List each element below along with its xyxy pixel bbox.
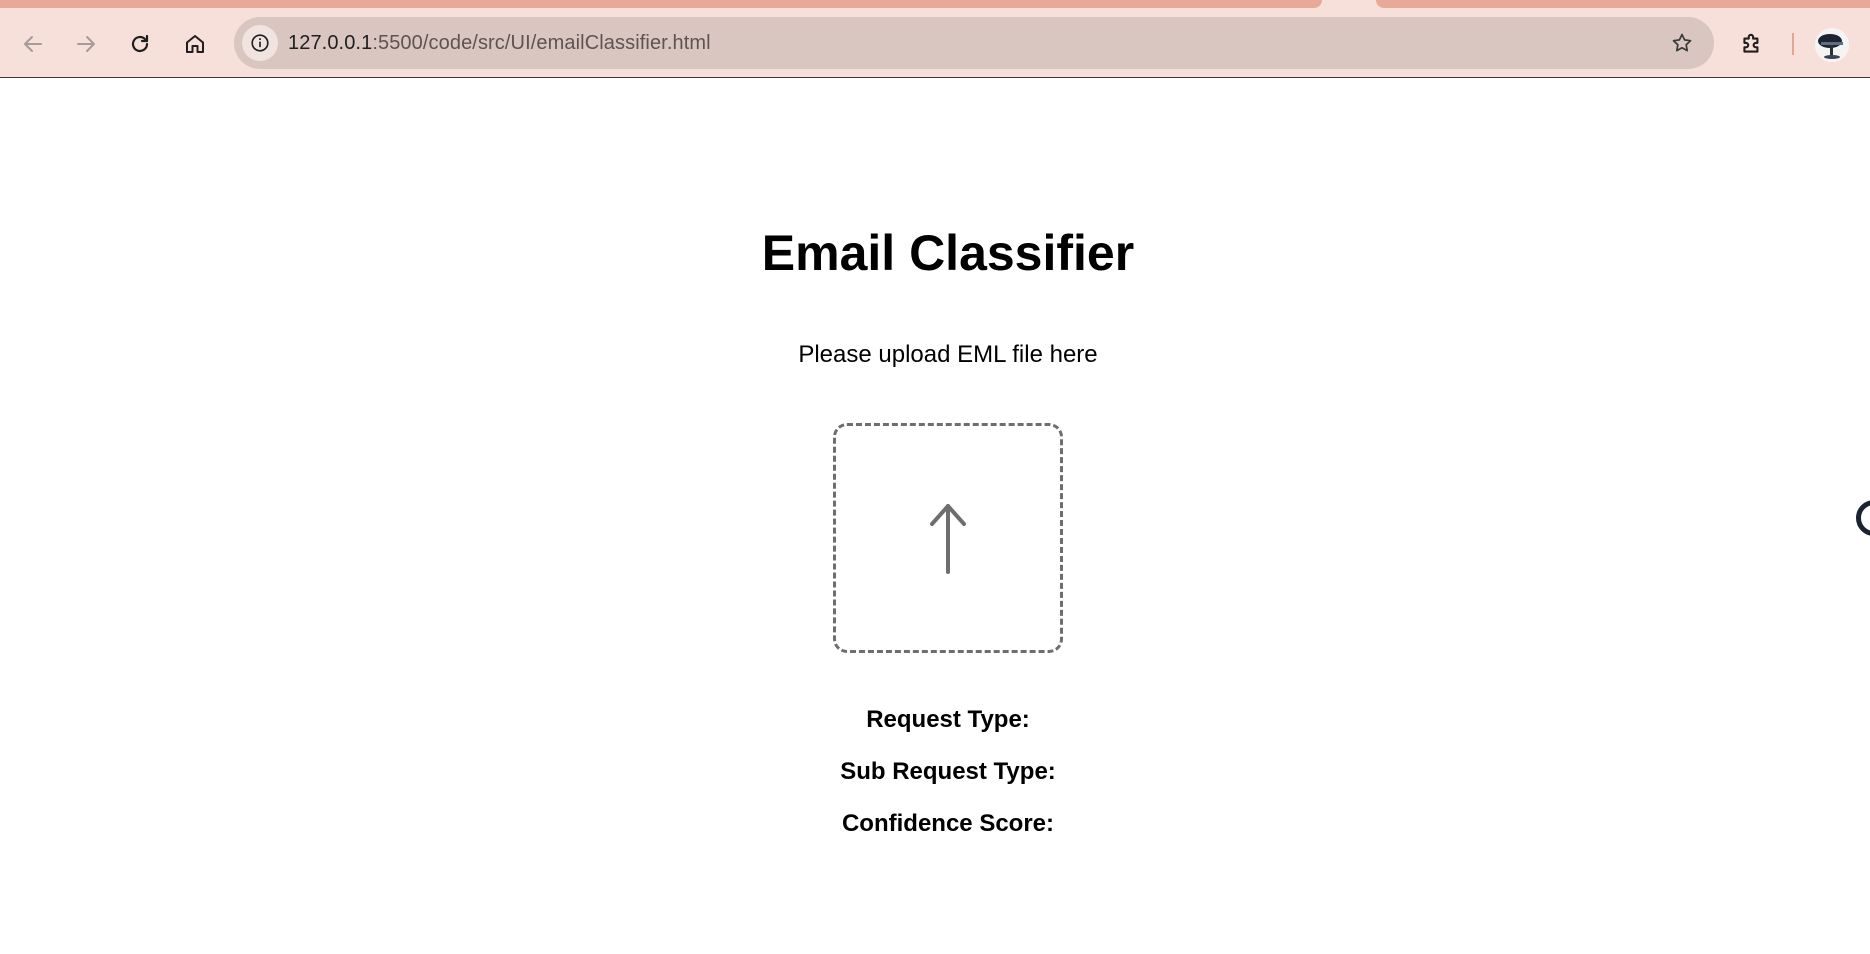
tab-strip-right [1376, 0, 1870, 8]
reload-icon [131, 34, 149, 53]
tab-strip-left [0, 0, 1322, 8]
bookmark-button[interactable] [1668, 29, 1696, 57]
url-path: :5500/code/src/UI/emailClassifier.html [372, 31, 711, 54]
edge-circle-icon [1856, 500, 1870, 536]
arrow-left-icon [24, 36, 42, 52]
tab-strip [0, 0, 1870, 8]
sub-request-type-label: Sub Request Type: [840, 758, 1056, 785]
file-upload-dropzone[interactable] [833, 423, 1063, 653]
address-bar[interactable]: 127.0.0.1:5500/code/src/UI/emailClassifi… [234, 17, 1714, 69]
star-icon [1672, 33, 1692, 52]
upload-arrow-icon [930, 504, 966, 574]
avatar-image [1815, 28, 1849, 62]
forward-button[interactable] [66, 24, 106, 64]
extensions-button[interactable] [1732, 24, 1772, 64]
url-text[interactable]: 127.0.0.1:5500/code/src/UI/emailClassifi… [288, 32, 711, 55]
request-type-label: Request Type: [866, 706, 1030, 733]
upload-instruction: Please upload EML file here [798, 341, 1098, 368]
home-button[interactable] [175, 24, 215, 64]
home-icon [186, 35, 204, 53]
toolbar-divider [1792, 33, 1794, 55]
site-info-button[interactable] [242, 25, 278, 61]
page-content: Email Classifier Please upload EML file … [0, 79, 1870, 954]
page-title: Email Classifier [761, 225, 1135, 281]
confidence-score-label: Confidence Score: [841, 810, 1055, 837]
puzzle-icon [1743, 33, 1759, 53]
url-host: 127.0.0.1 [288, 31, 373, 54]
browser-toolbar: 127.0.0.1:5500/code/src/UI/emailClassifi… [0, 8, 1870, 78]
profile-avatar[interactable] [1815, 28, 1849, 62]
reload-button[interactable] [120, 24, 160, 64]
arrow-right-icon [77, 36, 95, 52]
back-button[interactable] [13, 24, 53, 64]
info-icon [251, 34, 269, 52]
